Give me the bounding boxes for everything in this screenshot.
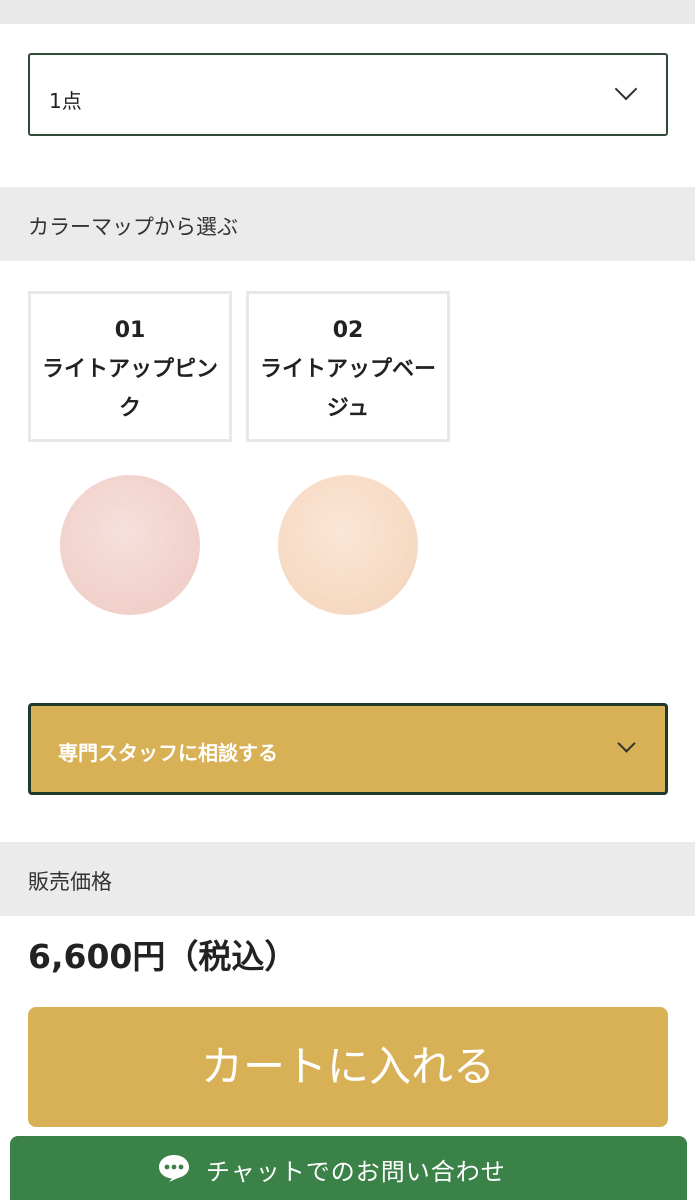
quantity-selected-value: 1点: [49, 89, 82, 113]
color-option-number: 01: [114, 318, 146, 343]
price-section-header: 販売価格: [0, 842, 695, 916]
color-option-name: ライトアップベージュ: [259, 357, 436, 421]
color-section-header: カラーマップから選ぶ: [0, 187, 695, 261]
consult-staff-toggle[interactable]: 専門スタッフに相談する: [28, 703, 668, 795]
color-swatch-01[interactable]: [60, 475, 200, 615]
color-option-number: 02: [332, 318, 364, 343]
quantity-select[interactable]: 1点: [28, 53, 668, 136]
top-divider: [0, 0, 695, 24]
chevron-down-icon: [614, 77, 638, 101]
color-section-title: カラーマップから選ぶ: [28, 215, 238, 239]
chevron-down-icon: [617, 734, 636, 753]
chat-inquiry-label: チャットでのお問い合わせ: [206, 1158, 506, 1186]
chat-bubble-icon: [159, 1155, 189, 1182]
price-section-title: 販売価格: [28, 870, 112, 894]
price-value: 6,600円（税込）: [28, 937, 298, 976]
consult-staff-label: 専門スタッフに相談する: [58, 741, 278, 765]
color-swatch-02[interactable]: [278, 475, 418, 615]
add-to-cart-button[interactable]: カートに入れる: [28, 1007, 668, 1127]
color-option-01[interactable]: 01 ライトアップピンク: [28, 291, 232, 442]
color-option-name: ライトアップピンク: [41, 357, 218, 421]
color-option-02[interactable]: 02 ライトアップベージュ: [246, 291, 450, 442]
chat-inquiry-button[interactable]: チャットでのお問い合わせ: [10, 1136, 687, 1200]
